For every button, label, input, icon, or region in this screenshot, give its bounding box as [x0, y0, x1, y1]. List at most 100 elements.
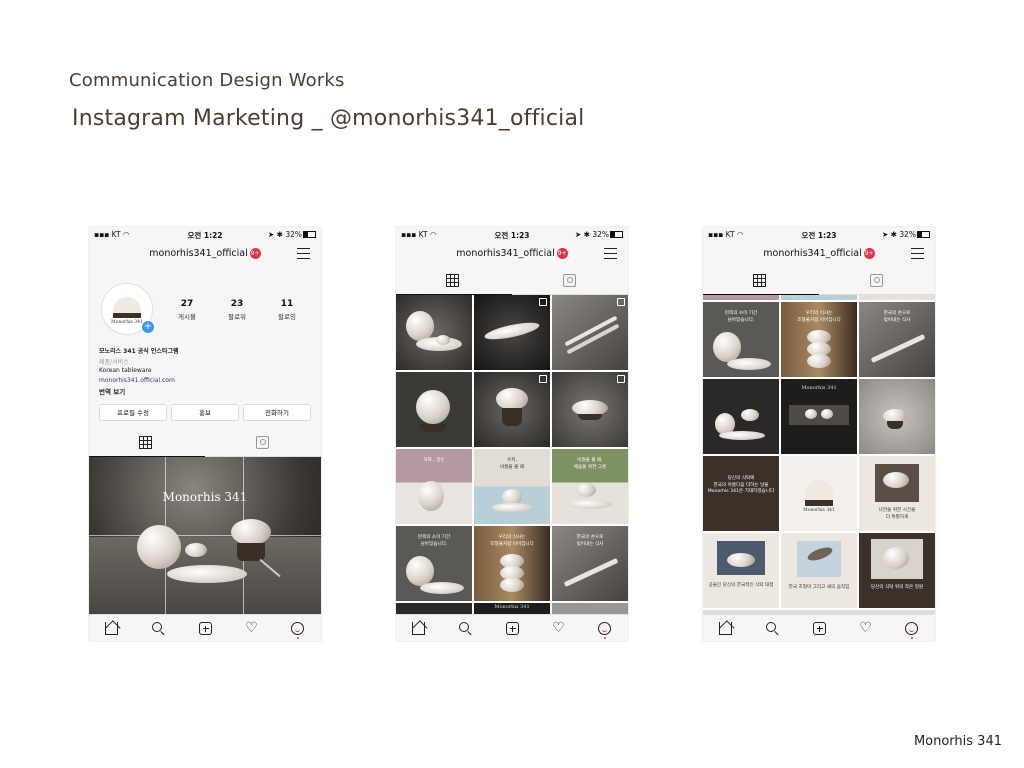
grid-post[interactable] [474, 295, 550, 370]
tab-tagged[interactable] [205, 430, 321, 456]
status-bar: ▪▪▪ KT ◠ 오전 1:22 ➤ ✱ 32% [89, 227, 321, 241]
promote-button[interactable]: 홍보 [171, 404, 239, 421]
hero-post-grid[interactable]: Monorhis 341 [89, 457, 321, 614]
edit-profile-button[interactable]: 프로필 수정 [99, 404, 167, 421]
battery-icon [303, 231, 316, 238]
notification-badge[interactable]: 9+ [556, 248, 568, 259]
call-button[interactable]: 전화하기 [243, 404, 311, 421]
search-icon[interactable] [459, 622, 469, 632]
section-subtitle: Instagram Marketing _ @monorhis341_offic… [72, 106, 585, 131]
profile-header: monorhis341_official 9+ [89, 242, 321, 266]
home-icon[interactable] [719, 622, 732, 635]
search-icon[interactable] [152, 622, 162, 632]
grid-post[interactable]: 비웠을 볼 때, 채움을 위한 그릇 [552, 449, 628, 524]
phone-grid-screen-2: ▪▪▪ KT ◠ 오전 1:23 ➤ ✱ 32% monorhis341_off… [703, 227, 935, 641]
tab-grid[interactable] [396, 268, 512, 295]
location-icon: ➤ [574, 230, 582, 239]
battery-icon [917, 231, 930, 238]
grid-post[interactable]: Monorhis 341 [781, 379, 857, 454]
profile-tabs [703, 268, 935, 295]
grid-post[interactable] [859, 379, 935, 454]
bluetooth-icon: ✱ [583, 230, 590, 239]
status-bar: ▪▪▪ KT ◠ 오전 1:23 ➤ ✱ 32% [703, 227, 935, 241]
profile-icon[interactable] [598, 622, 611, 635]
home-icon[interactable] [105, 622, 118, 635]
grid-icon [139, 436, 152, 449]
location-icon: ➤ [881, 230, 889, 239]
grid-post[interactable] [396, 603, 472, 614]
grid-post[interactable]: 우리의 식사는 조형물처럼 이어집니다 [474, 526, 550, 601]
stat-posts[interactable]: 27 게시물 [167, 299, 207, 321]
phone-grid-screen: ▪▪▪ KT ◠ 오전 1:23 ➤ ✱ 32% monorhis341_off… [396, 227, 628, 641]
grid-post[interactable] [552, 372, 628, 447]
search-icon[interactable] [766, 622, 776, 632]
profile-header: monorhis341_official 9+ [703, 242, 935, 266]
section-title: Communication Design Works [69, 70, 345, 91]
profile-name: 모노리스 341 공식 인스타그램 [99, 348, 179, 355]
notification-badge[interactable]: 9+ [249, 248, 261, 259]
grid-post[interactable]: 왼쪽의 소이 기간 남아있습니다. [396, 526, 472, 601]
add-story-icon[interactable]: + [141, 320, 155, 334]
grid-post[interactable]: 공들인 당신의 한국적인 식탁 대접 [703, 533, 779, 608]
profile-icon[interactable] [905, 622, 918, 635]
grid-post[interactable]: 나만을 위한 시간을 더 특별하게 [859, 456, 935, 531]
grid-post[interactable]: 당신의 식탁에 한국의 아름다움 더하는 날을 Monorhis 341은 기대… [703, 456, 779, 531]
grid-post[interactable]: 한국 조형미 그리고 새의 움직임 [781, 533, 857, 608]
grid-icon [446, 274, 459, 287]
menu-icon[interactable] [911, 248, 924, 259]
heart-icon[interactable]: ♡ [859, 621, 872, 635]
grid-post[interactable] [552, 295, 628, 370]
grid-post[interactable]: 수저, 비웠을 볼 때 [474, 449, 550, 524]
phone-profile-screen: ▪▪▪ KT ◠ 오전 1:22 ➤ ✱ 32% monorhis341_off… [89, 227, 321, 641]
menu-icon[interactable] [297, 248, 310, 259]
grid-post[interactable]: 우리의 식사는 조형물처럼 이어집니다 [781, 302, 857, 377]
grid-post[interactable]: 왼쪽의 소이 기간 남아있습니다. [703, 302, 779, 377]
profile-description: Korean tableware [99, 367, 152, 374]
translate-link[interactable]: 번역 보기 [99, 386, 125, 396]
profile-category: 제품/서비스 [99, 359, 129, 366]
grid-post[interactable]: 당신의 식탁 위의 작은 정원 [859, 533, 935, 608]
grid-icon [753, 274, 766, 287]
tagged-icon [563, 274, 576, 287]
notification-badge[interactable]: 9+ [863, 248, 875, 259]
tab-grid[interactable] [89, 430, 205, 457]
grid-post[interactable]: Monorhis 341 [474, 603, 550, 614]
profile-tabs [89, 430, 321, 457]
tab-tagged[interactable] [819, 268, 935, 294]
battery-icon [610, 231, 623, 238]
heart-icon[interactable]: ♡ [552, 621, 565, 635]
grid-post[interactable] [703, 379, 779, 454]
add-post-icon[interactable] [813, 622, 826, 635]
profile-tabs [396, 268, 628, 295]
profile-icon[interactable] [291, 622, 304, 635]
heart-icon[interactable]: ♡ [245, 621, 258, 635]
menu-icon[interactable] [604, 248, 617, 259]
tab-grid[interactable] [703, 268, 819, 295]
stat-following[interactable]: 11 팔로잉 [267, 299, 307, 321]
grid-post[interactable] [552, 603, 628, 614]
hero-brand-text: Monorhis 341 [162, 490, 248, 504]
post-grid: 왼쪽의 소이 기간 남아있습니다. 우리의 식사는 조형물처럼 이어집니다 한국… [703, 295, 935, 614]
add-post-icon[interactable] [199, 622, 212, 635]
status-bar: ▪▪▪ KT ◠ 오전 1:23 ➤ ✱ 32% [396, 227, 628, 241]
grid-post[interactable] [396, 372, 472, 447]
tagged-icon [870, 274, 883, 287]
profile-header: monorhis341_official 9+ [396, 242, 628, 266]
grid-post[interactable]: 한국의 손으로 빚어내는 식사 [859, 302, 935, 377]
grid-post[interactable] [474, 372, 550, 447]
username[interactable]: monorhis341_official [149, 248, 247, 259]
stat-followers[interactable]: 23 팔로워 [217, 299, 257, 321]
grid-post[interactable]: Monorhis 341 [781, 456, 857, 531]
profile-link[interactable]: monorhis341.official.com [99, 377, 175, 384]
grid-post[interactable]: 한국의 손으로 빚어내는 식사 [552, 526, 628, 601]
add-post-icon[interactable] [506, 622, 519, 635]
grid-post[interactable]: 하와 , 짓는 [396, 449, 472, 524]
tagged-icon [256, 436, 269, 449]
bottom-nav: ♡ [89, 614, 321, 641]
username[interactable]: monorhis341_official [763, 248, 861, 259]
grid-post[interactable] [396, 295, 472, 370]
footer-brand: Monorhis 341 [913, 734, 1002, 749]
tab-tagged[interactable] [512, 268, 628, 294]
home-icon[interactable] [412, 622, 425, 635]
username[interactable]: monorhis341_official [456, 248, 554, 259]
